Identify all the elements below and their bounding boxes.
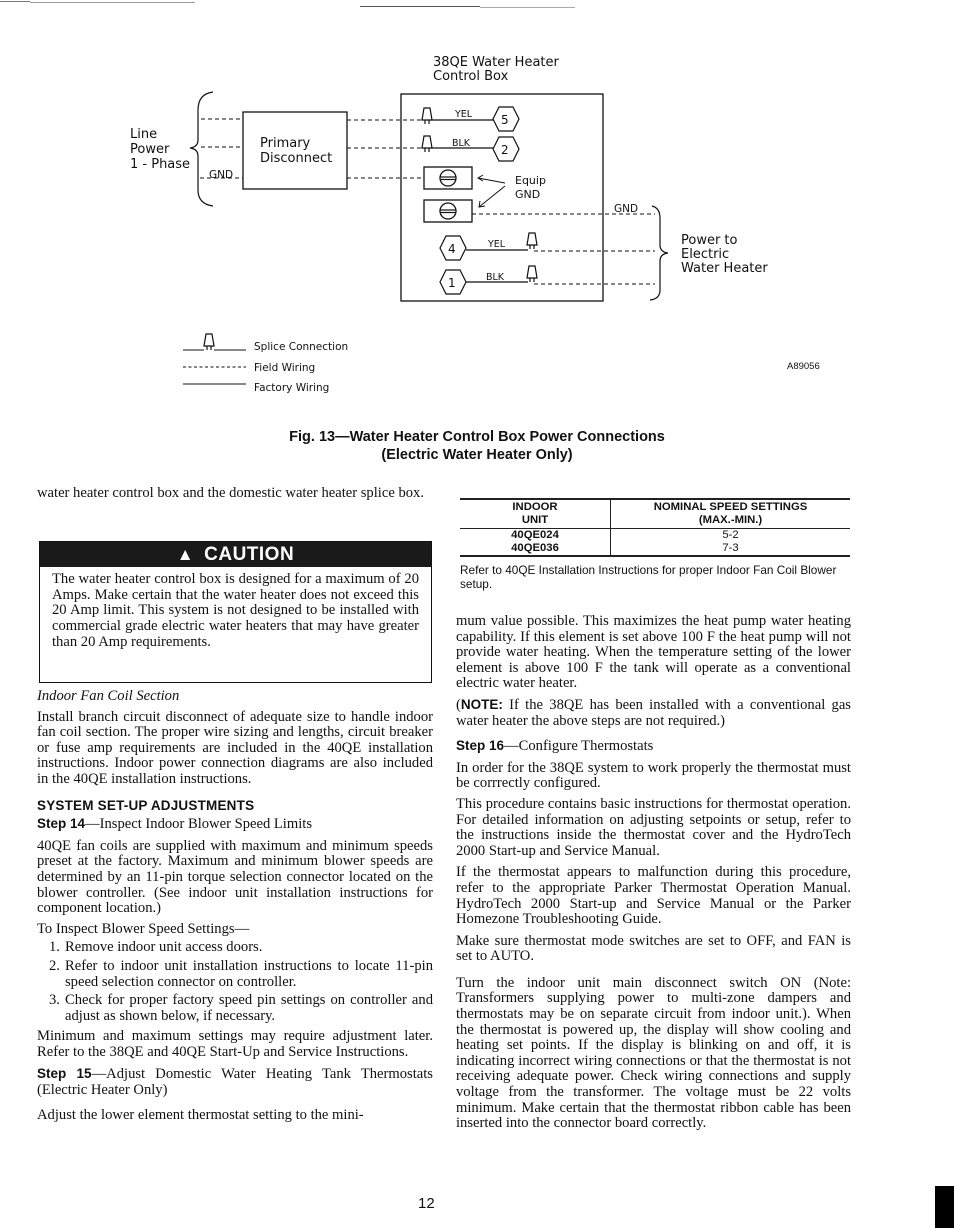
col-header-speed-settings: NOMINAL SPEED SETTINGS (MAX.-MIN.) [610,499,850,529]
step14-title: —Inspect Indoor Blower Speed Limits [85,816,313,833]
caution-header: ▲ CAUTION [40,542,431,567]
system-setup-heading: SYSTEM SET-UP ADJUSTMENTS [37,797,255,813]
line-power-label-2: Power [130,142,170,157]
field-wiring-disconnect-to-box [347,119,426,179]
right-paragraph-5: Make sure thermostat mode switches are s… [456,932,851,965]
power-to-heater-brace [649,205,669,301]
right-paragraph-6: Turn the indoor unit main disconnect swi… [456,974,851,1132]
wire-label-yel-lower: YEL [487,239,506,250]
line-power-label-3: 1 - Phase [130,157,190,172]
wire-label-blk-lower: BLK [486,272,505,283]
indoor-fan-coil-paragraph: Install branch circuit disconnect of ade… [37,708,433,787]
wiring-diagram: 38QE Water Heater Control Box Line Power… [130,55,768,394]
step16-title: —Configure Thermostats [504,738,654,755]
step15-paragraph: Adjust the lower element thermostat sett… [37,1106,364,1123]
right-paragraph-2: In order for the 38QE system to work pro… [456,759,851,792]
cell-setting: 7-3 [610,542,850,557]
primary-disconnect-label-1: Primary [260,136,311,151]
step15-title: —Adjust Domestic Water Heating Tank Ther… [37,1066,433,1099]
line-gnd-label: GND [209,169,233,181]
list-item: 1. Remove indoor unit access doors. [49,939,263,956]
line-power-brace [189,91,214,207]
table-header-row: INDOOR UNIT NOMINAL SPEED SETTINGS (MAX.-M… [460,499,850,529]
step14-heading: Step 14—Inspect Indoor Blower Speed Limi… [37,816,433,833]
figure-code: A89056 [787,361,820,372]
legend-splice-icon [203,333,215,351]
right-paragraph-4: If the thermostat appears to malfunction… [456,864,851,928]
indoor-fan-coil-heading: Indoor Fan Coil Section [37,688,180,704]
wire-label-blk-upper: BLK [452,138,471,149]
legend-field-label: Field Wiring [254,362,315,374]
power-to-label-1: Power to [681,233,738,248]
wire-label-yel-upper: YEL [454,109,473,120]
table-note: Refer to 40QE Installation Instructions … [460,563,837,591]
cell-setting: 5-2 [610,528,850,542]
cell-unit: 40QE024 [511,529,559,541]
splice-icon [526,232,538,250]
equip-gnd-arrows [477,174,506,208]
step15-label: Step 15 [37,1066,92,1082]
note-paragraph: (NOTE: If the 38QE has been installed wi… [456,696,851,729]
inspect-intro: To Inspect Blower Speed Settings— [37,920,250,937]
diagram-legend: Splice Connection Field Wiring Factory W… [183,333,348,394]
splice-icon [421,107,433,125]
terminal-1: 1 [448,276,456,290]
table-row: 40QE036 7-3 [460,542,850,557]
step16-label: Step 16 [456,738,505,754]
inspect-steps-list: 1. Remove indoor unit access doors. 2. Ref… [37,940,433,1024]
splice-icon [421,135,433,153]
out-gnd-label: GND [614,203,638,215]
step14-paragraph: 40QE fan coils are supplied with maximum… [37,837,433,917]
step14-label: Step 14 [37,816,86,832]
adjust-note-paragraph: Minimum and maximum settings may require… [37,1028,433,1060]
left-intro-paragraph: water heater control box and the domesti… [37,485,433,502]
intro-text: water heater control box and the domesti… [37,485,424,501]
scan-edge-bar [935,1186,954,1228]
power-to-label-2: Electric [681,247,729,262]
power-to-label-3: Water Heater [681,261,768,276]
equip-gnd-label-1: Equip [515,174,546,187]
speed-settings-table: INDOOR UNIT NOMINAL SPEED SETTINGS (MAX.-M… [460,498,850,557]
ground-lug-icon [423,166,473,190]
left-column-body: Indoor Fan Coil Section Install branch c… [37,688,433,1123]
warning-triangle-icon: ▲ [176,545,195,564]
legend-factory-label: Factory Wiring [254,382,329,394]
terminal-4: 4 [448,242,456,256]
right-paragraph-3: This procedure contains basic instructio… [456,795,851,859]
caution-title: CAUTION [204,544,295,565]
terminal-2: 2 [501,143,509,157]
page-number: 12 [418,1195,435,1212]
list-item: 2. Refer to indoor unit installation inst… [49,957,433,990]
figure-caption-line1: Fig. 13—Water Heater Control Box Power C… [289,429,665,445]
splice-icon [526,265,538,283]
note-label: NOTE: [460,696,503,712]
cell-unit: 40QE036 [460,542,611,557]
caution-box: ▲ CAUTION The water heater control box is… [39,541,432,683]
table-row: 40QE024 5-2 [460,528,850,542]
control-box-title-line2: Control Box [433,69,509,84]
control-box-title-line1: 38QE Water Heater [433,55,560,70]
terminal-5: 5 [501,113,509,127]
figure-caption-line2: (Electric Water Heater Only) [381,447,573,463]
right-column-body: mum value possible. This maximizes the h… [456,613,851,1132]
caution-body: The water heater control box is designed… [52,571,419,650]
line-power-label-1: Line [130,127,157,142]
ground-lug-icon [423,199,473,223]
step15-heading: Step 15—Adjust Domestic Water Heating Ta… [37,1066,433,1098]
list-item: 3. Check for proper factory speed pin set… [49,992,433,1024]
primary-disconnect-label-2: Disconnect [260,151,332,166]
equip-gnd-label-2: GND [515,188,540,201]
step16-heading: Step 16—Configure Thermostats [456,738,851,755]
col-header-indoor-unit: INDOOR UNIT [512,501,558,526]
right-paragraph-1: mum value possible. This maximizes the h… [456,613,851,692]
legend-splice-label: Splice Connection [254,341,348,353]
